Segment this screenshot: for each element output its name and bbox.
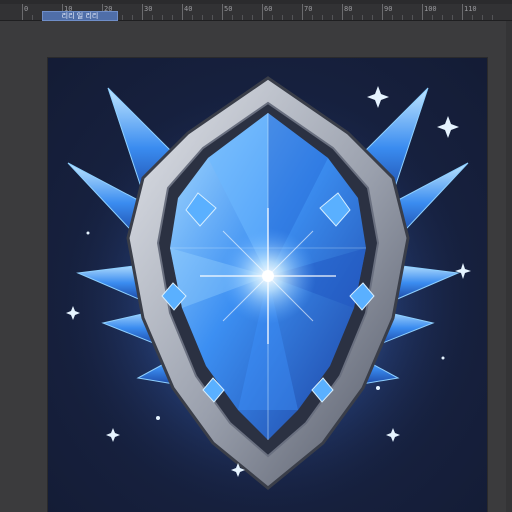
ruler-tick-label: 70 bbox=[304, 5, 313, 13]
document-tab[interactable]: 리리 일 리리 bbox=[42, 11, 118, 21]
ruler-tick-label: 110 bbox=[464, 5, 477, 13]
ruler-minor-tick bbox=[482, 15, 483, 20]
ruler-tick-label: 30 bbox=[144, 5, 153, 13]
ruler-minor-tick bbox=[272, 15, 273, 20]
crystal-shield-emblem-icon bbox=[53, 73, 483, 512]
ruler-minor-tick bbox=[252, 15, 253, 20]
ruler-minor-tick bbox=[122, 15, 123, 20]
vertical-scrollbar[interactable] bbox=[506, 21, 512, 512]
image-editor-window: 0 10 20 30 40 50 60 70 80 90 100 110 리리 일 리리 bbox=[0, 0, 512, 512]
ruler-minor-tick bbox=[212, 15, 213, 20]
ruler-minor-tick bbox=[432, 15, 433, 20]
ruler-minor-tick bbox=[452, 15, 453, 20]
ruler-minor-tick bbox=[412, 15, 413, 20]
ruler-minor-tick bbox=[282, 15, 283, 20]
ruler-minor-tick bbox=[312, 15, 313, 20]
horizontal-ruler[interactable]: 0 10 20 30 40 50 60 70 80 90 100 110 리리 일 리리 bbox=[0, 4, 512, 21]
ruler-minor-tick bbox=[362, 15, 363, 20]
ruler-minor-tick bbox=[472, 15, 473, 20]
ruler-tick-label: 0 bbox=[24, 5, 29, 13]
ruler-minor-tick bbox=[402, 15, 403, 20]
ruler-tick-label: 60 bbox=[264, 5, 273, 13]
ruler-minor-tick bbox=[192, 15, 193, 20]
ruler-minor-tick bbox=[152, 15, 153, 20]
ruler-tick-label: 80 bbox=[344, 5, 353, 13]
ruler-minor-tick bbox=[372, 15, 373, 20]
ruler-minor-tick bbox=[32, 15, 33, 20]
ruler-minor-tick bbox=[292, 15, 293, 20]
ruler-tick-label: 90 bbox=[384, 5, 393, 13]
ruler-tick-label: 100 bbox=[424, 5, 437, 13]
ruler-minor-tick bbox=[132, 15, 133, 20]
artboard[interactable] bbox=[48, 58, 487, 512]
ruler-tick-label: 50 bbox=[224, 5, 233, 13]
ruler-minor-tick bbox=[392, 15, 393, 20]
ruler-minor-tick bbox=[352, 15, 353, 20]
ruler-minor-tick bbox=[442, 15, 443, 20]
ruler-minor-tick bbox=[162, 15, 163, 20]
ruler-minor-tick bbox=[492, 15, 493, 20]
ruler-minor-tick bbox=[332, 15, 333, 20]
ruler-tick-label: 40 bbox=[184, 5, 193, 13]
ruler-minor-tick bbox=[172, 15, 173, 20]
canvas-area[interactable] bbox=[0, 21, 512, 512]
ruler-minor-tick bbox=[322, 15, 323, 20]
ruler-minor-tick bbox=[242, 15, 243, 20]
ruler-minor-tick bbox=[232, 15, 233, 20]
ruler-minor-tick bbox=[202, 15, 203, 20]
